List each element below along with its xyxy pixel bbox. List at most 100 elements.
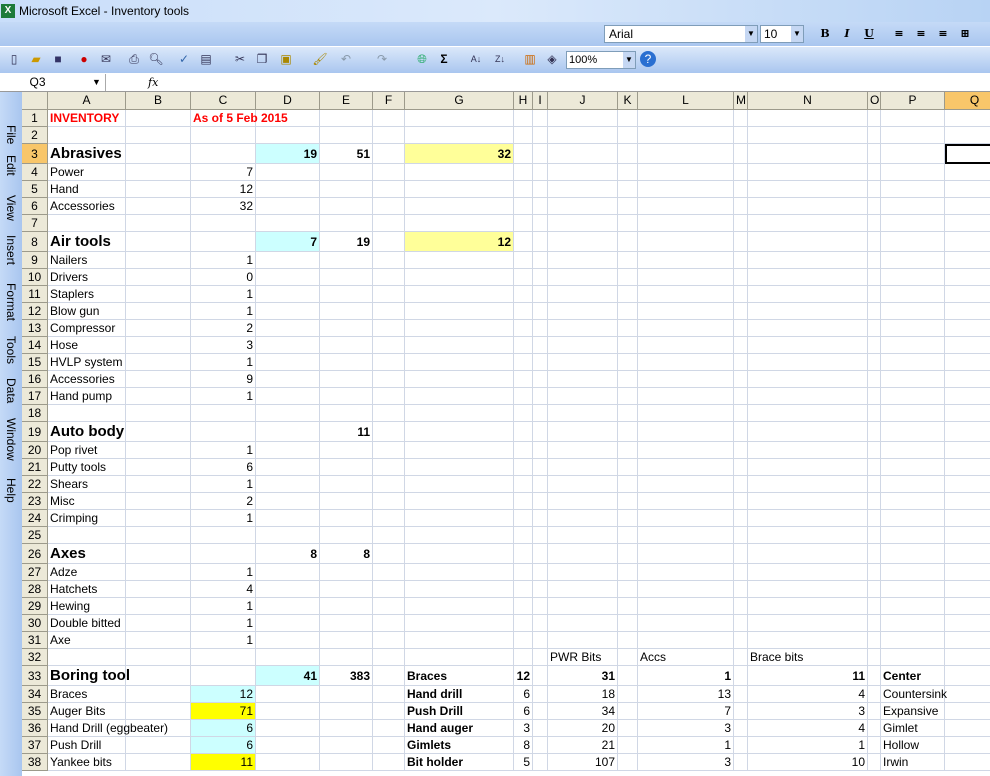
empty-cell[interactable]: [256, 164, 320, 181]
empty-cell[interactable]: [256, 442, 320, 459]
empty-cell[interactable]: [405, 388, 514, 405]
cell-J34[interactable]: 18: [548, 686, 618, 703]
empty-cell[interactable]: [868, 544, 881, 564]
column-header-M[interactable]: M: [734, 92, 748, 110]
empty-cell[interactable]: [881, 544, 945, 564]
cell-C22[interactable]: 1: [191, 476, 256, 493]
empty-cell[interactable]: [514, 510, 533, 527]
empty-cell[interactable]: [256, 459, 320, 476]
empty-cell[interactable]: [548, 564, 618, 581]
empty-cell[interactable]: [618, 215, 638, 232]
cell-A8[interactable]: Air tools: [48, 232, 126, 252]
empty-cell[interactable]: [618, 737, 638, 754]
empty-cell[interactable]: [868, 110, 881, 127]
cell-A13[interactable]: Compressor: [48, 320, 126, 337]
empty-cell[interactable]: [638, 127, 734, 144]
empty-cell[interactable]: [514, 232, 533, 252]
empty-cell[interactable]: [48, 127, 126, 144]
empty-cell[interactable]: [533, 442, 548, 459]
empty-cell[interactable]: [638, 527, 734, 544]
row-header-27[interactable]: 27: [22, 564, 48, 581]
empty-cell[interactable]: [405, 598, 514, 615]
cell-H33[interactable]: 12: [514, 666, 533, 686]
new-icon[interactable]: ▯: [6, 51, 22, 67]
empty-cell[interactable]: [748, 110, 868, 127]
empty-cell[interactable]: [868, 615, 881, 632]
copy-icon[interactable]: ❐: [254, 51, 270, 67]
row-header-10[interactable]: 10: [22, 269, 48, 286]
empty-cell[interactable]: [734, 544, 748, 564]
empty-cell[interactable]: [514, 110, 533, 127]
empty-cell[interactable]: [191, 666, 256, 686]
cell-C6[interactable]: 32: [191, 198, 256, 215]
menu-tools[interactable]: Tools: [4, 336, 18, 364]
insert-function-icon[interactable]: fx: [148, 74, 158, 91]
cell-A14[interactable]: Hose: [48, 337, 126, 354]
cell-C38[interactable]: 11: [191, 754, 256, 771]
research-icon[interactable]: ▤: [198, 51, 214, 67]
empty-cell[interactable]: [405, 527, 514, 544]
empty-cell[interactable]: [373, 632, 405, 649]
empty-cell[interactable]: [618, 232, 638, 252]
empty-cell[interactable]: [945, 286, 990, 303]
empty-cell[interactable]: [405, 371, 514, 388]
empty-cell[interactable]: [256, 252, 320, 269]
empty-cell[interactable]: [748, 252, 868, 269]
empty-cell[interactable]: [256, 476, 320, 493]
empty-cell[interactable]: [734, 232, 748, 252]
empty-cell[interactable]: [945, 422, 990, 442]
empty-cell[interactable]: [256, 181, 320, 198]
empty-cell[interactable]: [320, 337, 373, 354]
empty-cell[interactable]: [373, 144, 405, 164]
empty-cell[interactable]: [945, 666, 990, 686]
empty-cell[interactable]: [533, 354, 548, 371]
cell-C24[interactable]: 1: [191, 510, 256, 527]
empty-cell[interactable]: [126, 110, 191, 127]
empty-cell[interactable]: [618, 754, 638, 771]
empty-cell[interactable]: [734, 252, 748, 269]
empty-cell[interactable]: [320, 720, 373, 737]
empty-cell[interactable]: [638, 303, 734, 320]
permission-icon[interactable]: ●: [76, 51, 92, 67]
empty-cell[interactable]: [533, 720, 548, 737]
empty-cell[interactable]: [256, 303, 320, 320]
empty-cell[interactable]: [868, 354, 881, 371]
empty-cell[interactable]: [868, 232, 881, 252]
empty-cell[interactable]: [945, 544, 990, 564]
empty-cell[interactable]: [638, 232, 734, 252]
empty-cell[interactable]: [638, 354, 734, 371]
empty-cell[interactable]: [373, 649, 405, 666]
empty-cell[interactable]: [533, 598, 548, 615]
row-header-20[interactable]: 20: [22, 442, 48, 459]
empty-cell[interactable]: [638, 388, 734, 405]
cell-A26[interactable]: Axes: [48, 544, 126, 564]
empty-cell[interactable]: [514, 215, 533, 232]
empty-cell[interactable]: [373, 269, 405, 286]
empty-cell[interactable]: [405, 286, 514, 303]
empty-cell[interactable]: [881, 459, 945, 476]
empty-cell[interactable]: [748, 232, 868, 252]
empty-cell[interactable]: [405, 442, 514, 459]
empty-cell[interactable]: [748, 493, 868, 510]
empty-cell[interactable]: [320, 405, 373, 422]
empty-cell[interactable]: [945, 303, 990, 320]
empty-cell[interactable]: [533, 198, 548, 215]
empty-cell[interactable]: [514, 544, 533, 564]
empty-cell[interactable]: [638, 581, 734, 598]
empty-cell[interactable]: [405, 164, 514, 181]
empty-cell[interactable]: [126, 442, 191, 459]
empty-cell[interactable]: [881, 388, 945, 405]
empty-cell[interactable]: [868, 442, 881, 459]
cell-C36[interactable]: 6: [191, 720, 256, 737]
cell-A33[interactable]: Boring tool: [48, 666, 130, 686]
empty-cell[interactable]: [533, 615, 548, 632]
empty-cell[interactable]: [945, 337, 990, 354]
empty-cell[interactable]: [548, 110, 618, 127]
empty-cell[interactable]: [748, 615, 868, 632]
row-header-8[interactable]: 8: [22, 232, 48, 252]
empty-cell[interactable]: [548, 544, 618, 564]
align-left-icon[interactable]: ≡: [890, 26, 908, 42]
cell-C37[interactable]: 6: [191, 737, 256, 754]
empty-cell[interactable]: [945, 476, 990, 493]
empty-cell[interactable]: [734, 476, 748, 493]
